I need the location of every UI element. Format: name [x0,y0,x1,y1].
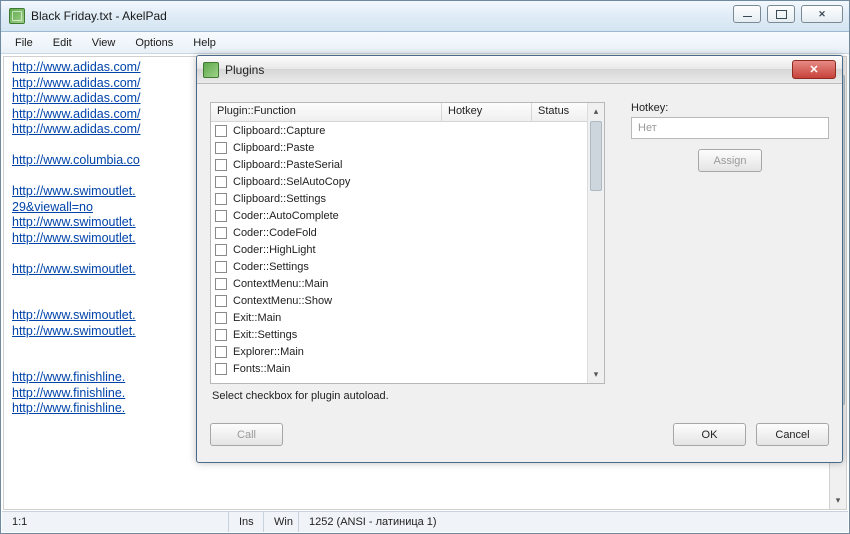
plugin-name: Coder::Settings [233,261,309,273]
dialog-title: Plugins [225,63,264,77]
plugin-checkbox[interactable] [215,176,227,188]
menu-file[interactable]: File [5,34,43,52]
scroll-up-icon[interactable]: ▴ [588,103,604,120]
plugin-name: ContextMenu::Main [233,278,328,290]
minimize-button[interactable] [733,5,761,23]
plugin-name: Coder::CodeFold [233,227,317,239]
plugin-row[interactable]: ContextMenu::Main [211,275,587,292]
plugin-row[interactable]: Clipboard::PasteSerial [211,156,587,173]
app-window: Black Friday.txt - AkelPad File Edit Vie… [0,0,850,534]
plugin-name: Fonts::Main [233,363,290,375]
plugin-row[interactable]: Fonts::Main [211,360,587,377]
plugin-row[interactable]: Coder::HighLight [211,241,587,258]
dialog-close-button[interactable]: ✕ [792,60,836,79]
plugin-name: Clipboard::PasteSerial [233,159,342,171]
plugin-checkbox[interactable] [215,159,227,171]
plugin-name: Coder::HighLight [233,244,316,256]
menu-help[interactable]: Help [183,34,226,52]
plugin-checkbox[interactable] [215,193,227,205]
col-hotkey[interactable]: Hotkey [442,103,532,121]
menu-edit[interactable]: Edit [43,34,82,52]
plugin-row[interactable]: Coder::CodeFold [211,224,587,241]
dialog-footer: Call OK Cancel [210,423,829,449]
plugin-checkbox[interactable] [215,142,227,154]
scroll-down-icon[interactable]: ▾ [588,366,604,383]
menu-view[interactable]: View [82,34,126,52]
plugin-name: Coder::AutoComplete [233,210,339,222]
ok-button[interactable]: OK [673,423,746,446]
plugin-checkbox[interactable] [215,227,227,239]
plugin-name: Clipboard::Paste [233,142,314,154]
plugin-checkbox[interactable] [215,210,227,222]
window-buttons [733,5,843,23]
assign-button[interactable]: Assign [698,149,761,172]
plugin-name: Exit::Main [233,312,281,324]
hotkey-input[interactable] [631,117,829,139]
plugin-checkbox[interactable] [215,329,227,341]
plugin-checkbox[interactable] [215,125,227,137]
menu-options[interactable]: Options [125,34,183,52]
plugin-checkbox[interactable] [215,363,227,375]
plugin-row[interactable]: Clipboard::Paste [211,139,587,156]
plugin-checkbox[interactable] [215,261,227,273]
plugin-row[interactable]: Coder::AutoComplete [211,207,587,224]
plugin-row[interactable]: Explorer::Main [211,343,587,360]
close-button[interactable] [801,5,843,23]
window-title: Black Friday.txt - AkelPad [31,9,167,23]
col-status[interactable]: Status [532,103,587,121]
hotkey-panel: Hotkey: Assign [631,102,829,172]
plugins-dialog: Plugins ✕ Plugin::Function Hotkey Status… [196,55,843,463]
menubar: File Edit View Options Help [1,32,849,54]
call-button[interactable]: Call [210,423,283,446]
plugin-checkbox[interactable] [215,346,227,358]
cancel-button[interactable]: Cancel [756,423,829,446]
plugin-checkbox[interactable] [215,295,227,307]
statusbar: 1:1 Ins Win 1252 (ANSI - латиница 1) [2,511,848,532]
status-insert-mode: Ins [229,512,264,532]
plugin-row[interactable]: Exit::Settings [211,326,587,343]
autoload-hint: Select checkbox for plugin autoload. [212,390,389,402]
plugin-row[interactable]: Clipboard::Capture [211,122,587,139]
plugin-checkbox[interactable] [215,278,227,290]
plugin-checkbox[interactable] [215,244,227,256]
titlebar: Black Friday.txt - AkelPad [1,1,849,32]
plugin-name: Clipboard::SelAutoCopy [233,176,350,188]
plugin-name: Exit::Settings [233,329,297,341]
plugin-list: Plugin::Function Hotkey Status Clipboard… [210,102,605,384]
plugin-row[interactable]: ContextMenu::Show [211,292,587,309]
status-encoding: 1252 (ANSI - латиница 1) [299,512,848,532]
plugin-list-header: Plugin::Function Hotkey Status [211,103,587,122]
plugin-list-scrollbar[interactable]: ▴ ▾ [587,103,604,383]
dialog-icon [203,62,219,78]
dialog-body: Plugin::Function Hotkey Status Clipboard… [210,102,829,412]
plugin-row[interactable]: Clipboard::SelAutoCopy [211,173,587,190]
col-function[interactable]: Plugin::Function [211,103,442,121]
dialog-titlebar: Plugins ✕ [197,56,842,84]
status-position: 1:1 [2,512,229,532]
hotkey-label: Hotkey: [631,102,829,114]
maximize-button[interactable] [767,5,795,23]
plugin-checkbox[interactable] [215,312,227,324]
plugin-name: Clipboard::Settings [233,193,326,205]
plugin-row[interactable]: Exit::Main [211,309,587,326]
plugin-name: ContextMenu::Show [233,295,332,307]
scroll-down-icon[interactable]: ▾ [830,492,846,509]
app-icon [9,8,25,24]
plugin-row[interactable]: Clipboard::Settings [211,190,587,207]
plugin-name: Explorer::Main [233,346,304,358]
scroll-thumb[interactable] [590,121,602,191]
plugin-row[interactable]: Coder::Settings [211,258,587,275]
plugin-name: Clipboard::Capture [233,125,325,137]
status-os: Win [264,512,299,532]
